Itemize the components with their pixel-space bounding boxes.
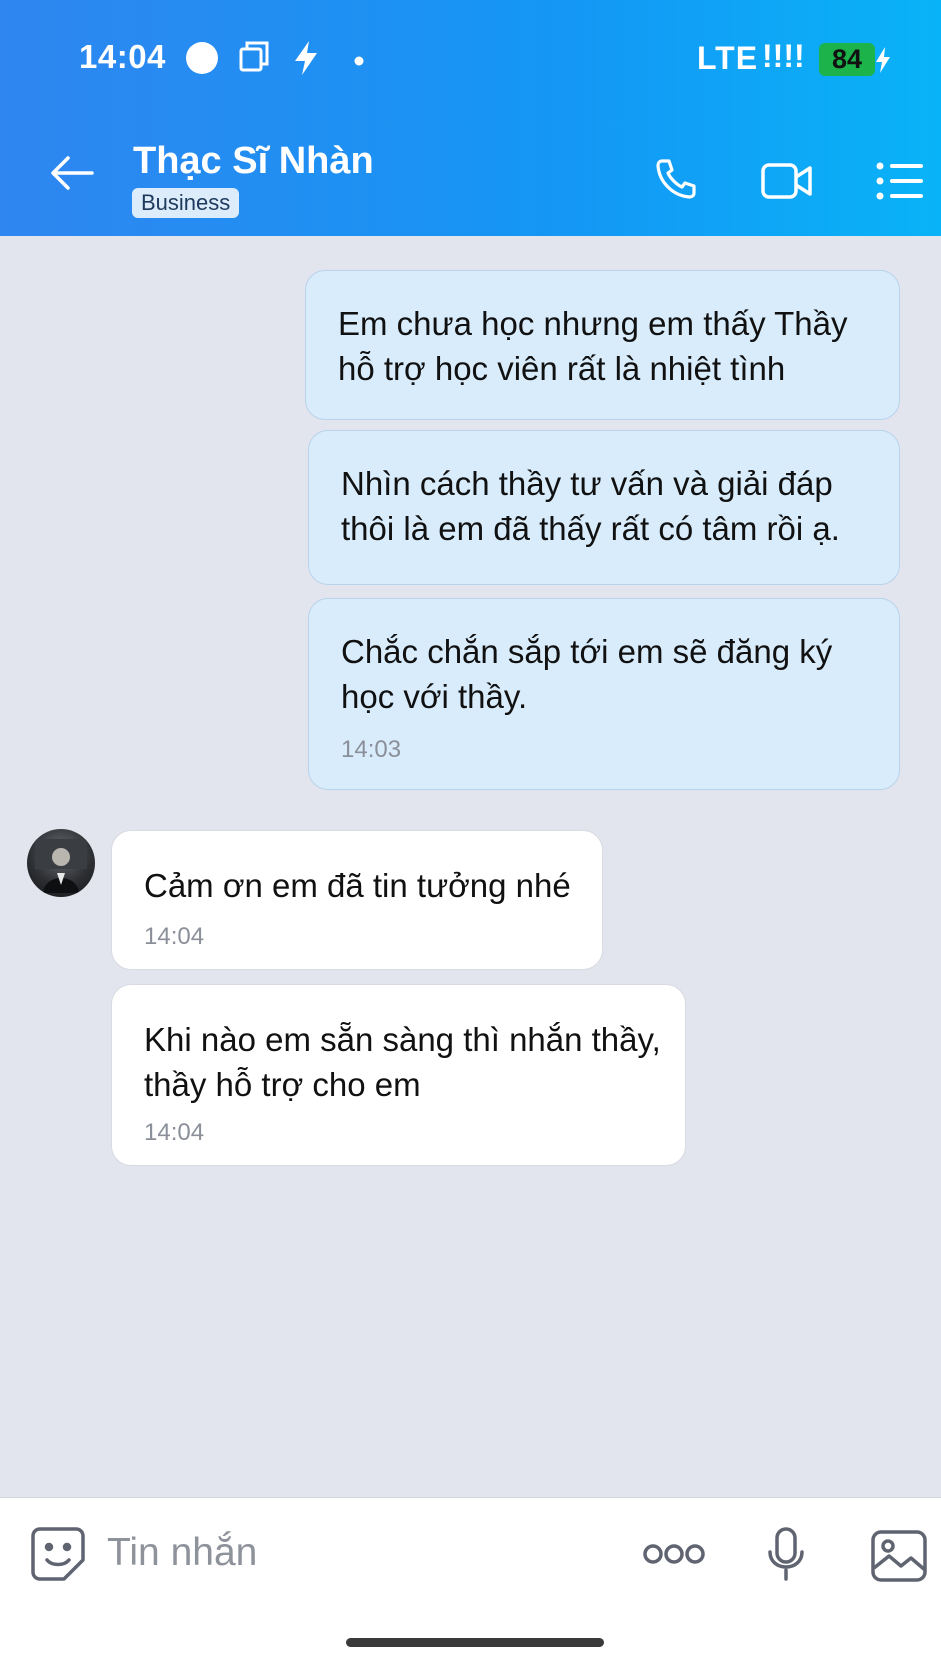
sticker-face-icon xyxy=(31,1527,85,1581)
message-text: Khi nào em sẵn sàng thì nhắn thầy, thầy … xyxy=(144,1021,661,1103)
home-indicator[interactable] xyxy=(346,1638,604,1647)
outgoing-message[interactable]: Em chưa học nhưng em thấy Thầy hỗ trợ họ… xyxy=(305,270,900,420)
message-text: Chắc chắn sắp tới em sẽ đăng ký học với … xyxy=(341,633,833,715)
message-time: 14:04 xyxy=(144,1119,205,1146)
outgoing-message[interactable]: Chắc chắn sắp tới em sẽ đăng ký học với … xyxy=(308,598,900,790)
voice-button[interactable] xyxy=(767,1527,805,1586)
battery-level: 84 xyxy=(819,43,875,76)
list-menu-icon xyxy=(876,162,923,200)
incoming-message[interactable]: Cảm ơn em đã tin tưởng nhé 14:04 xyxy=(111,830,603,970)
image-icon xyxy=(871,1530,927,1582)
more-dots-icon xyxy=(643,1544,705,1564)
message-time: 14:04 xyxy=(144,923,205,950)
phone-icon xyxy=(656,159,696,199)
call-button[interactable] xyxy=(652,155,700,208)
charging-icon xyxy=(874,46,892,79)
more-options-button[interactable] xyxy=(643,1543,705,1570)
message-input[interactable]: Tin nhắn xyxy=(107,1531,257,1575)
sticker-button[interactable] xyxy=(30,1526,86,1587)
business-badge: Business xyxy=(132,188,240,218)
video-call-button[interactable] xyxy=(760,160,814,207)
contact-name[interactable]: Thạc Sĩ Nhàn xyxy=(133,140,374,183)
network-type: LTE xyxy=(697,40,759,76)
outgoing-message[interactable]: Nhìn cách thầy tư vấn và giải đáp thôi l… xyxy=(308,430,900,585)
back-button[interactable] xyxy=(50,155,94,196)
message-text: Cảm ơn em đã tin tưởng nhé xyxy=(144,867,571,904)
chat-header: 14:04 LTE !!!! 84 Thạc Sĩ Nhàn Business xyxy=(0,0,941,236)
arrow-left-icon xyxy=(51,156,94,190)
message-text: Em chưa học nhưng em thấy Thầy hỗ trợ họ… xyxy=(338,305,848,387)
bolt-icon xyxy=(292,40,320,81)
video-camera-icon xyxy=(761,163,812,199)
image-button[interactable] xyxy=(871,1530,927,1587)
microphone-icon xyxy=(768,1527,804,1581)
contact-avatar[interactable] xyxy=(27,829,95,897)
message-time: 14:03 xyxy=(341,736,402,763)
status-time: 14:04 xyxy=(79,38,166,75)
message-text: Nhìn cách thầy tư vấn và giải đáp thôi l… xyxy=(341,465,840,547)
record-dot-icon xyxy=(185,40,219,79)
signal-strength: !!!! xyxy=(762,38,805,74)
menu-button[interactable] xyxy=(876,162,924,205)
copy-icon xyxy=(238,40,270,79)
notification-dot-icon xyxy=(354,53,364,71)
incoming-message[interactable]: Khi nào em sẵn sàng thì nhắn thầy, thầy … xyxy=(111,984,686,1166)
